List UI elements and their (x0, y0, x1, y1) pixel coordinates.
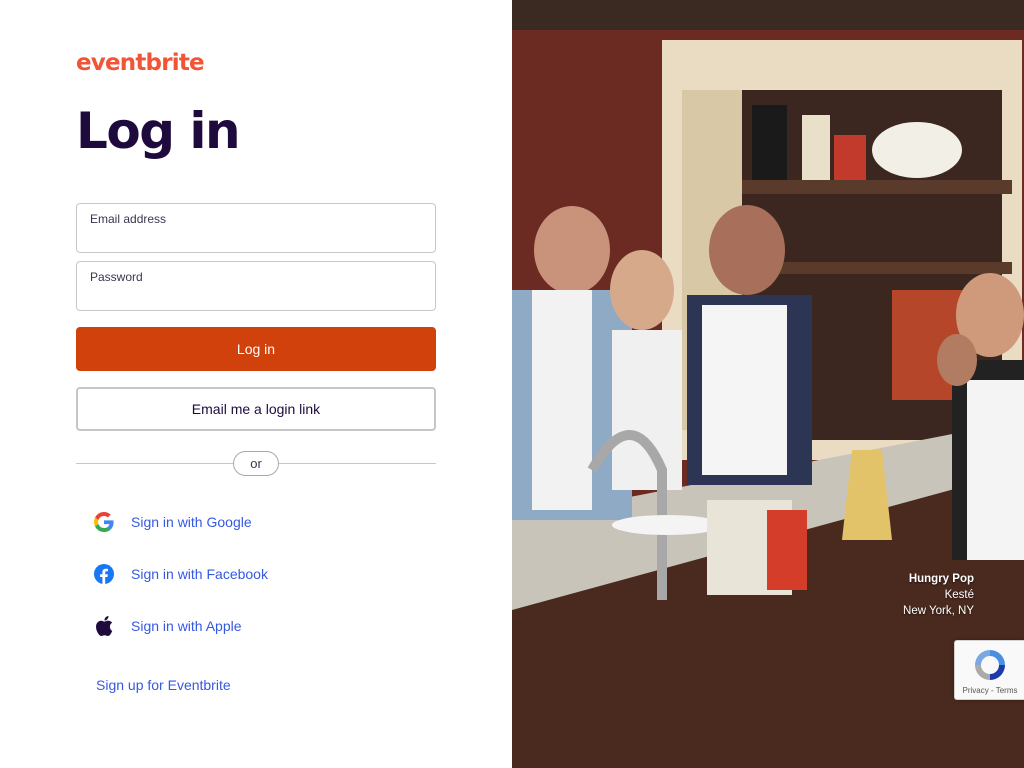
password-field-label: Password (90, 270, 143, 284)
sign-in-facebook-button[interactable]: Sign in with Facebook (94, 562, 268, 586)
apple-icon (94, 616, 114, 636)
email-field-label: Email address (90, 212, 167, 226)
sign-in-google-button[interactable]: Sign in with Google (94, 510, 252, 534)
sign-in-apple-button[interactable]: Sign in with Apple (94, 614, 242, 638)
hero-photo: Hungry Pop Kesté New York, NY (512, 0, 1024, 768)
email-login-link-button[interactable]: Email me a login link (76, 387, 436, 431)
facebook-icon (94, 564, 114, 584)
kitchen-photo-illustration (512, 0, 1024, 768)
login-button[interactable]: Log in (76, 327, 436, 371)
eventbrite-logo[interactable]: eventbrite (76, 50, 205, 76)
caption-location: New York, NY (903, 605, 974, 617)
recaptcha-privacy-terms[interactable]: Privacy - Terms (955, 686, 1024, 695)
email-input[interactable] (89, 228, 423, 248)
recaptcha-icon (972, 647, 1008, 683)
sign-in-apple-label: Sign in with Apple (131, 618, 242, 634)
sign-in-google-label: Sign in with Google (131, 514, 252, 530)
photo-caption: Hungry Pop Kesté New York, NY (903, 571, 974, 619)
caption-event-name: Hungry Pop (908, 573, 974, 585)
page-title: Log in (76, 102, 241, 160)
email-field[interactable]: Email address (76, 203, 436, 253)
caption-venue: Kesté (944, 589, 974, 601)
sign-in-facebook-label: Sign in with Facebook (131, 566, 268, 582)
login-panel: eventbrite Log in Email address Password… (0, 0, 512, 768)
sign-up-link[interactable]: Sign up for Eventbrite (96, 677, 231, 693)
or-divider: or (233, 451, 279, 476)
recaptcha-badge[interactable]: Privacy - Terms (954, 640, 1024, 700)
google-icon (94, 512, 114, 532)
password-field[interactable]: Password (76, 261, 436, 311)
password-input[interactable] (89, 286, 423, 306)
